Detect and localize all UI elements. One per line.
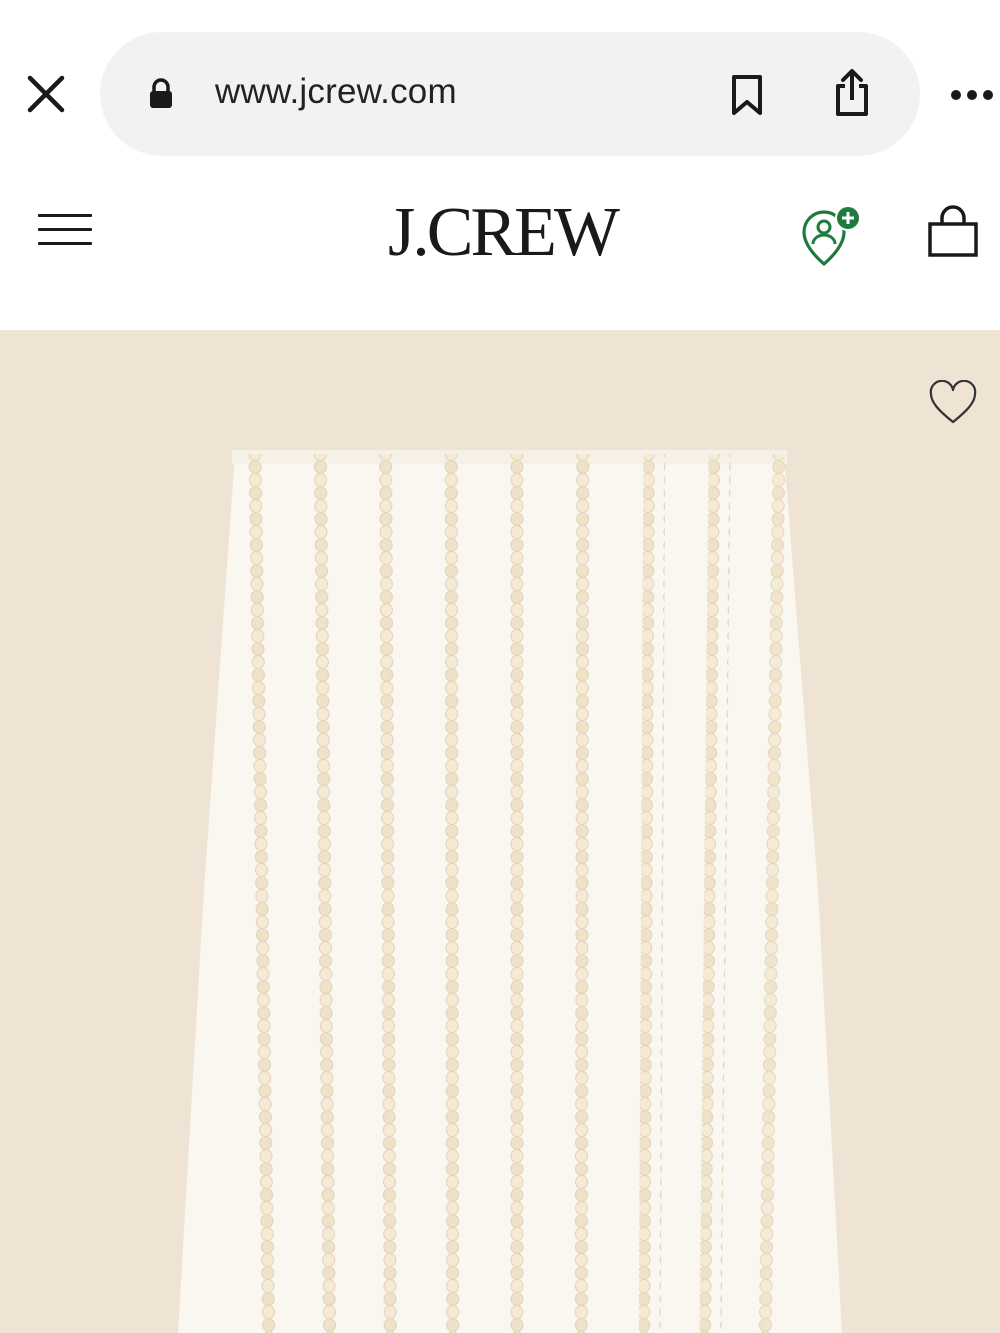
- hamburger-menu-line: [38, 228, 92, 231]
- bookmark-button[interactable]: [722, 70, 772, 120]
- hamburger-menu-icon: [38, 214, 92, 217]
- product-image: [178, 450, 842, 1333]
- address-bar[interactable]: www.jcrew.com: [100, 32, 920, 156]
- more-icon: [951, 90, 993, 100]
- browser-toolbar: www.jcrew.com: [0, 0, 1000, 170]
- more-options-button[interactable]: [945, 78, 999, 112]
- rewards-profile-icon: [802, 205, 861, 266]
- close-button[interactable]: [22, 70, 70, 118]
- lock-icon: [150, 78, 172, 108]
- hamburger-menu-button[interactable]: [38, 210, 94, 250]
- hamburger-menu-line: [38, 242, 92, 245]
- url-text: www.jcrew.com: [215, 72, 457, 111]
- shopping-bag-button[interactable]: [925, 204, 981, 260]
- product-image-area[interactable]: [0, 330, 1000, 1333]
- close-icon: [27, 75, 65, 113]
- share-button[interactable]: [827, 66, 877, 120]
- shopping-bag-icon: [928, 205, 978, 257]
- site-header: J.CREW: [0, 170, 1000, 330]
- share-icon: [836, 69, 868, 116]
- rewards-button[interactable]: [800, 204, 866, 270]
- heart-icon: [929, 379, 977, 424]
- jcrew-logo[interactable]: J.CREW: [370, 195, 635, 271]
- bookmark-icon: [732, 75, 762, 115]
- wishlist-button[interactable]: [928, 379, 978, 426]
